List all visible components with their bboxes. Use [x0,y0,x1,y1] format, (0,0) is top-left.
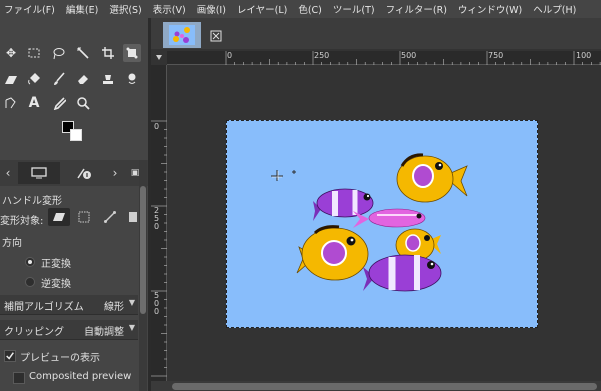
vruler-label: 0 [154,222,160,231]
paths-tool-icon[interactable] [2,94,20,112]
tab-tool-options[interactable] [18,162,60,184]
close-image-tab-icon[interactable] [205,25,227,47]
clone-tool-icon[interactable] [99,70,117,88]
paintbrush-tool-icon[interactable] [50,70,68,88]
fish-thumbnail-icon [169,25,195,45]
ruler-corner-icon [156,55,162,60]
menu-edit[interactable]: 編集(E) [66,2,98,16]
crosshair-cursor-icon [271,170,296,181]
menu-view[interactable]: 表示(V) [153,2,186,16]
show-preview-label: プレビューの表示 [20,353,100,364]
menu-help[interactable]: ヘルプ(H) [533,2,576,16]
move-tool-icon[interactable]: ✥ [2,44,20,62]
purple-fish-bottom [363,254,442,292]
direction-backward-label: 逆変換 [41,279,71,290]
tool-options-scroll-thumb[interactable] [140,186,146,314]
menu-colors[interactable]: 色(C) [298,2,322,16]
transform-selection-button[interactable] [77,210,91,224]
purple-fish-left [313,188,374,221]
direction-label: 方向 [2,238,22,249]
hruler-label: 0 [227,51,233,60]
yellow-fish-top [396,153,468,203]
hruler-label: 750 [488,51,504,60]
menu-filters[interactable]: フィルター(R) [386,2,447,16]
quick-mask-toggle[interactable] [151,51,167,65]
toolbox-panel: ✥ A ‹ › ▣ ハンドル変形 変形対象: 方向 正変換 逆変換 補間アルゴリ… [0,18,148,391]
menu-image[interactable]: 画像(I) [197,2,226,16]
vertical-ruler[interactable]: 0 2 5 0 5 0 0 [151,65,167,383]
handle-transform-tool-icon[interactable] [123,44,141,62]
bucket-fill-tool-icon[interactable] [25,70,43,88]
vruler-label: 0 [154,122,160,131]
transform-layer-button[interactable] [48,208,70,226]
lasso-tool-icon[interactable] [50,44,68,62]
smudge-tool-icon[interactable] [123,70,141,88]
composited-preview-checkbox[interactable] [13,372,25,384]
hruler-label: 250 [314,51,330,60]
checkmark-icon [6,352,14,360]
color-picker-tool-icon[interactable] [50,94,68,112]
composited-preview-label: Composited preview [29,371,132,382]
chevron-down-icon: ▼ [128,323,135,332]
monitor-icon [31,167,47,179]
clipping-combo[interactable]: クリッピング 自動調整 ▼ [0,320,138,340]
text-tool-icon[interactable]: A [25,94,43,112]
tab-scroll-right-icon[interactable]: › [108,162,122,184]
menu-windows[interactable]: ウィンドウ(W) [458,2,522,16]
horizontal-ruler[interactable]: 0 250 500 750 100 [167,51,601,65]
tab-device-status[interactable] [64,162,104,184]
transform-image-button[interactable] [128,210,138,224]
interpolation-label: 補間アルゴリズム [4,302,84,313]
tab-scroll-left-icon[interactable]: ‹ [0,162,16,184]
eraser-tool-icon[interactable] [74,70,92,88]
show-preview-checkbox[interactable] [4,350,16,362]
direction-backward-radio[interactable] [25,277,35,287]
menu-select[interactable]: 選択(S) [109,2,141,16]
vruler-label: 0 [154,307,160,316]
menu-layer[interactable]: レイヤー(L) [237,2,287,16]
clipping-label: クリッピング [4,327,64,338]
interpolation-value: 線形 [104,302,124,313]
background-color-swatch[interactable] [70,129,82,141]
interpolation-combo[interactable]: 補間アルゴリズム 線形 ▼ [0,295,138,315]
menu-bar: ファイル(F) 編集(E) 選択(S) 表示(V) 画像(I) レイヤー(L) … [0,0,601,18]
tool-options-title: ハンドル変形 [2,196,62,207]
clipping-value: 自動調整 [84,327,124,338]
brush-info-icon [77,168,91,179]
chevron-down-icon: ▼ [128,298,135,307]
unified-transform-tool-icon[interactable] [2,70,20,88]
menu-file[interactable]: ファイル(F) [4,2,55,16]
crop-tool-icon[interactable] [99,44,117,62]
horizontal-ruler-ticks [225,51,601,65]
hruler-label: 500 [401,51,417,60]
image-canvas[interactable] [226,120,538,328]
rect-select-tool-icon[interactable] [25,44,43,62]
direction-forward-radio[interactable] [25,257,35,267]
horizontal-scroll-thumb[interactable] [172,383,597,390]
zoom-tool-icon[interactable] [74,94,92,112]
yellow-fish-bottom [296,225,369,281]
image-tab-thumbnail[interactable] [163,22,201,48]
menu-tools[interactable]: ツール(T) [333,2,375,16]
transform-path-button[interactable] [103,210,117,224]
hruler-label: 100 [576,51,592,60]
fuzzy-select-tool-icon[interactable] [74,44,92,62]
direction-forward-label: 正変換 [41,259,71,270]
transform-target-label: 変形対象: [0,216,44,227]
